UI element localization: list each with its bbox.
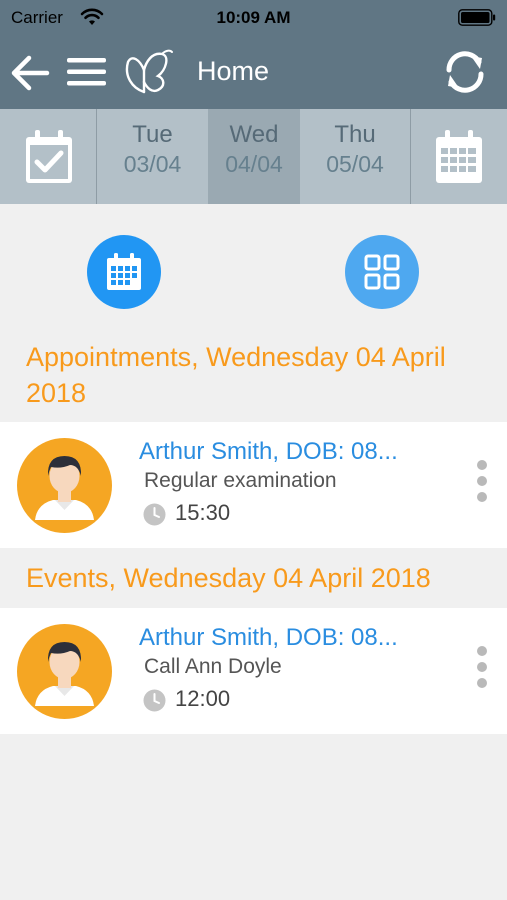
hamburger-menu-icon[interactable] — [67, 57, 107, 87]
appointment-description: Regular examination — [144, 469, 337, 492]
event-time: 12:00 — [175, 686, 231, 711]
person-avatar-icon — [35, 456, 94, 520]
more-dot-icon — [477, 476, 487, 486]
page-title: Home — [197, 56, 270, 86]
calendar-month-button[interactable] — [411, 109, 507, 204]
more-dot-icon — [477, 492, 487, 502]
refresh-icon[interactable] — [441, 50, 489, 94]
person-avatar-icon — [35, 642, 94, 706]
calendar-view-button[interactable] — [87, 235, 161, 309]
arrow-left-icon[interactable] — [10, 54, 50, 92]
date-strip: Tue 03/04 Wed 04/04 Thu 05/04 — [0, 109, 507, 204]
day-date: 03/04 — [123, 151, 182, 177]
appointments-header: Appointments, Wednesday 04 April 2018 — [26, 342, 446, 408]
day-name: Wed — [229, 121, 279, 148]
day-date: 04/04 — [225, 151, 283, 177]
day-name: Thu — [334, 121, 376, 148]
avatar — [17, 438, 112, 533]
event-card[interactable]: Arthur Smith, DOB: 08... Call Ann Doyle … — [0, 608, 507, 734]
day-cell-tue[interactable]: Tue 03/04 — [97, 109, 208, 204]
event-description: Call Ann Doyle — [144, 655, 282, 678]
grid-view-button[interactable] — [345, 235, 419, 309]
appointment-card[interactable]: Arthur Smith, DOB: 08... Regular examina… — [0, 422, 507, 548]
more-dot-icon — [477, 678, 487, 688]
grid-view-icon — [364, 254, 400, 290]
calendar-check-button[interactable] — [0, 109, 96, 204]
day-cell-thu[interactable]: Thu 05/04 — [300, 109, 410, 204]
patient-name-link[interactable]: Arthur Smith, DOB: 08... — [139, 438, 439, 466]
calendar-month-icon — [436, 130, 482, 183]
day-cell-wed[interactable]: Wed 04/04 — [208, 109, 300, 204]
clock-icon — [143, 503, 166, 526]
calendar-check-icon — [26, 130, 72, 183]
calendar-grid-icon — [107, 253, 141, 290]
clock-icon — [143, 689, 166, 712]
more-dot-icon — [477, 460, 487, 470]
avatar — [17, 624, 112, 719]
patient-name-link[interactable]: Arthur Smith, DOB: 08... — [139, 624, 439, 652]
more-dot-icon — [477, 646, 487, 656]
more-options-button[interactable] — [470, 646, 494, 698]
more-options-button[interactable] — [470, 460, 494, 512]
day-date: 05/04 — [326, 151, 384, 177]
events-header: Events, Wednesday 04 April 2018 — [26, 563, 431, 593]
status-bar: Carrier 10:09 AM — [0, 0, 507, 36]
appointment-time: 15:30 — [175, 500, 231, 525]
clock-time: 10:09 AM — [216, 8, 291, 27]
navigation-bar: Home — [0, 36, 507, 109]
butterfly-logo-icon — [125, 49, 173, 94]
day-name: Tue — [132, 121, 173, 148]
more-dot-icon — [477, 662, 487, 672]
battery-icon — [458, 9, 496, 26]
